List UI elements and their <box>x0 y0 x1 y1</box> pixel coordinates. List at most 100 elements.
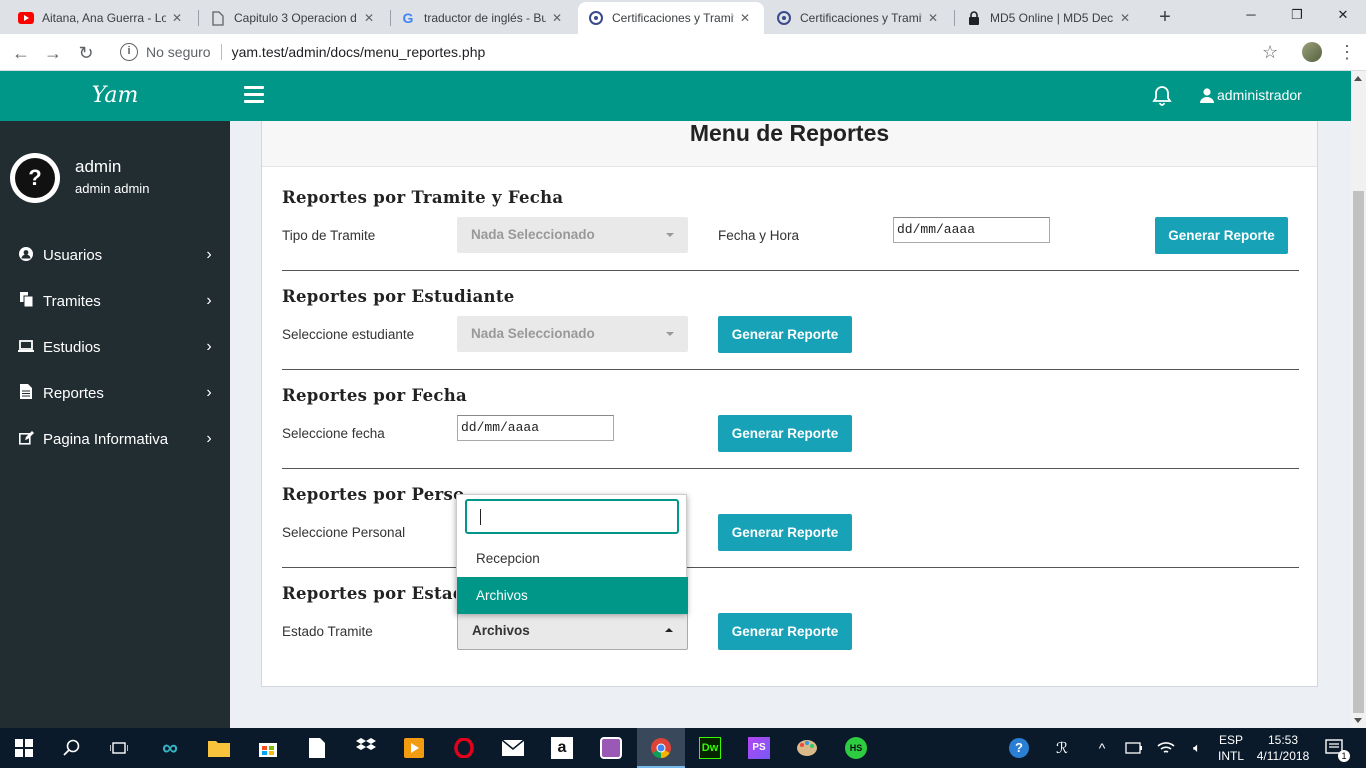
dropdown-option[interactable]: Recepcion <box>457 540 688 577</box>
hotspot-icon[interactable]: HS <box>844 736 868 760</box>
network-icon[interactable] <box>1154 736 1178 760</box>
select-value: Nada Seleccionado <box>471 227 595 242</box>
browser-tab[interactable]: Capitulo 3 Operacion d ✕ <box>200 2 388 34</box>
close-tab-icon[interactable]: ✕ <box>1118 11 1132 25</box>
estado-dropdown: Recepcion Archivos <box>456 494 688 614</box>
youtube-icon <box>18 10 34 26</box>
sidebar-item-usuarios[interactable]: Usuarios › <box>0 232 230 278</box>
reports-box: Menu de Reportes Reportes por Tramite y … <box>261 121 1318 687</box>
browser-tab-active[interactable]: Certificaciones y Tramite ✕ <box>578 2 764 34</box>
search-icon[interactable] <box>60 736 84 760</box>
opera-icon[interactable] <box>452 736 476 760</box>
task-view-icon[interactable] <box>107 736 131 760</box>
section-title-fecha: Reportes por Fecha <box>282 386 468 405</box>
back-icon[interactable]: ← <box>8 40 34 66</box>
phpstorm-icon[interactable]: PS <box>747 736 771 760</box>
mail-icon[interactable] <box>501 736 525 760</box>
estudiante-select[interactable]: Nada Seleccionado <box>457 316 688 352</box>
info-icon[interactable]: i <box>120 43 138 61</box>
generar-reporte-personal-button[interactable]: Generar Reporte <box>718 514 852 551</box>
amazon-icon[interactable]: a <box>550 736 574 760</box>
tipo-tramite-select[interactable]: Nada Seleccionado <box>457 217 688 253</box>
dreamweaver-icon[interactable]: Dw <box>698 736 722 760</box>
paint-icon[interactable] <box>795 736 819 760</box>
menu-toggle-icon[interactable] <box>244 86 264 104</box>
notifications-icon[interactable]: 1 <box>1323 736 1350 762</box>
generar-reporte-fecha-button[interactable]: Generar Reporte <box>718 415 852 452</box>
question-icon: ? <box>15 158 55 198</box>
reload-icon[interactable]: ↻ <box>73 40 99 66</box>
fecha-hora-input[interactable]: dd/mm/aaaa <box>893 217 1050 243</box>
close-tab-icon[interactable]: ✕ <box>926 11 940 25</box>
media-player-icon[interactable] <box>402 736 426 760</box>
browser-tab[interactable]: G traductor de inglés - Bu ✕ <box>390 2 576 34</box>
user-menu[interactable]: administrador <box>1200 87 1302 103</box>
new-tab-icon[interactable]: + <box>1153 5 1177 29</box>
bell-icon[interactable] <box>1152 85 1172 107</box>
url-text[interactable]: yam.test/admin/docs/menu_reportes.php <box>232 44 486 60</box>
security-label: No seguro <box>146 44 211 60</box>
estado-select[interactable]: Archivos <box>457 613 688 650</box>
language-indicator[interactable]: ESP INTL <box>1214 732 1248 764</box>
chevron-right-icon: › <box>206 246 212 263</box>
profile-avatar[interactable] <box>1302 42 1322 62</box>
fecha-hora-label: Fecha y Hora <box>718 228 800 243</box>
generar-reporte-estudiante-button[interactable]: Generar Reporte <box>718 316 852 353</box>
chevron-up-icon[interactable]: ^ <box>1090 736 1114 760</box>
forward-icon[interactable]: → <box>40 40 66 66</box>
browser-tab[interactable]: MD5 Online | MD5 Dec ✕ <box>956 2 1144 34</box>
sidebar-item-tramites[interactable]: Tramites › <box>0 278 230 324</box>
clock[interactable]: 15:53 4/11/2018 <box>1252 732 1314 764</box>
browser-menu-icon[interactable]: ⋮ <box>1338 42 1356 63</box>
chrome-icon[interactable] <box>649 736 673 760</box>
lock-icon <box>966 10 982 26</box>
sidebar-item-pagina-informativa[interactable]: Pagina Informativa › <box>0 416 230 462</box>
people-icon[interactable]: ℛ <box>1050 736 1074 760</box>
google-icon: G <box>402 10 414 26</box>
generar-reporte-estado-button[interactable]: Generar Reporte <box>718 613 852 650</box>
battery-icon[interactable] <box>1122 736 1146 760</box>
sidebar-item-label: Usuarios <box>43 246 103 264</box>
notepad-icon[interactable] <box>305 736 329 760</box>
caret-down-icon <box>666 332 674 336</box>
omnibox[interactable]: i No seguro yam.test/admin/docs/menu_rep… <box>108 38 1288 66</box>
brand-logo[interactable]: Yam <box>0 71 230 121</box>
section-title-tramite-fecha: Reportes por Tramite y Fecha <box>282 188 564 207</box>
estudiante-label: Seleccione estudiante <box>282 327 415 342</box>
close-tab-icon[interactable]: ✕ <box>362 11 376 25</box>
sidebar-item-estudios[interactable]: Estudios › <box>0 324 230 370</box>
close-window-icon[interactable]: ✕ <box>1320 0 1366 30</box>
dropdown-option-highlighted[interactable]: Archivos <box>457 577 688 614</box>
dropdown-search-input[interactable] <box>465 499 679 534</box>
dropbox-icon[interactable] <box>354 736 378 760</box>
layout-label: INTL <box>1217 749 1244 763</box>
browser-tab[interactable]: Aitana, Ana Guerra - Lo ✕ <box>8 2 196 34</box>
minimize-icon[interactable]: ─ <box>1228 0 1274 30</box>
file-explorer-icon[interactable] <box>207 736 231 760</box>
select-value: Archivos <box>472 623 530 638</box>
store-icon[interactable] <box>256 736 280 760</box>
app-icon[interactable] <box>599 736 623 760</box>
close-tab-icon[interactable]: ✕ <box>738 11 752 25</box>
scroll-thumb[interactable] <box>1353 191 1364 713</box>
scroll-up-icon[interactable] <box>1354 76 1362 81</box>
fecha-input[interactable]: dd/mm/aaaa <box>457 415 614 441</box>
arduino-icon[interactable]: ∞ <box>158 735 182 760</box>
browser-tab[interactable]: Certificaciones y Tramite ✕ <box>766 2 952 34</box>
windows-start-icon[interactable] <box>12 736 36 760</box>
tab-title: Certificaciones y Tramite <box>800 11 922 25</box>
chevron-right-icon: › <box>206 338 212 355</box>
select-value: Nada Seleccionado <box>471 326 595 341</box>
close-tab-icon[interactable]: ✕ <box>170 11 184 25</box>
bookmark-star-icon[interactable]: ☆ <box>1262 42 1278 63</box>
generar-reporte-tramite-button[interactable]: Generar Reporte <box>1155 217 1288 254</box>
sidebar-item-reportes[interactable]: Reportes › <box>0 370 230 416</box>
help-icon[interactable]: ? <box>1007 736 1031 760</box>
close-tab-icon[interactable]: ✕ <box>550 11 564 25</box>
scroll-down-icon[interactable] <box>1354 718 1362 723</box>
top-navbar: administrador <box>230 71 1351 121</box>
user-fullname: admin admin <box>75 181 150 196</box>
scrollbar[interactable] <box>1351 71 1366 728</box>
volume-icon[interactable]: 🔈︎ <box>1185 736 1209 760</box>
restore-icon[interactable]: ❐ <box>1274 0 1320 30</box>
